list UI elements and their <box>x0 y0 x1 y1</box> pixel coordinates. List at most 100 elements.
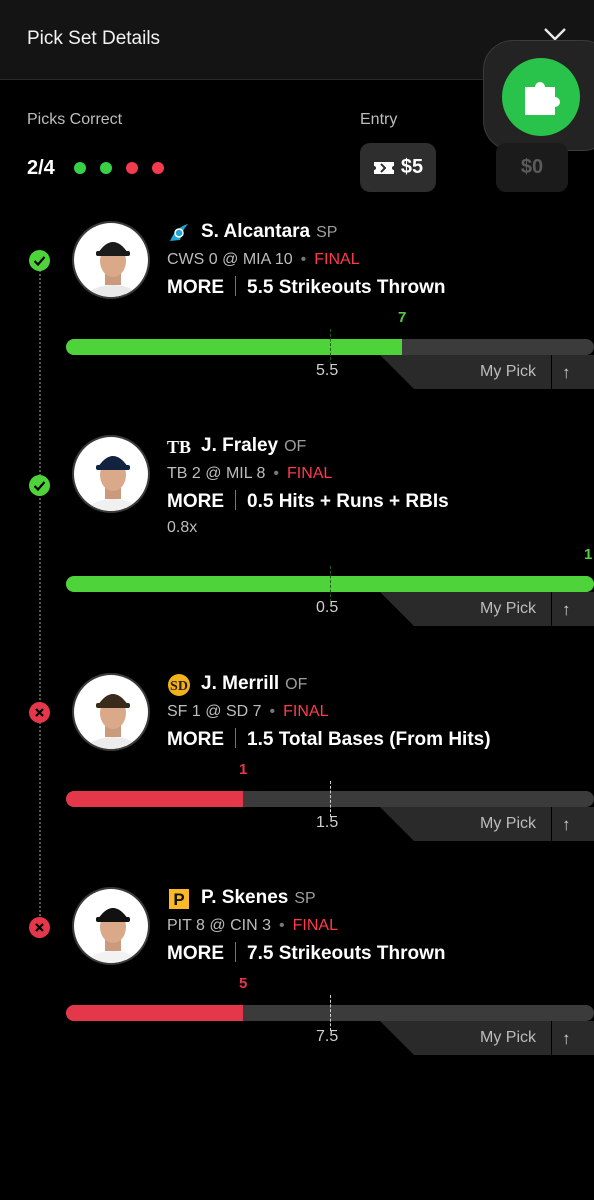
my-pick-label: My Pick <box>480 363 536 380</box>
pick-direction: MORE <box>167 729 224 750</box>
arrow-up-icon[interactable]: ↑ <box>562 815 571 835</box>
pick-stat: Strikeouts Thrown <box>278 277 446 298</box>
player-name: P. Skenes SP <box>201 887 316 909</box>
separator-dot: • <box>279 917 285 934</box>
player-name-text: J. Fraley <box>201 435 279 456</box>
matchup-at: @ <box>205 703 222 720</box>
avatar <box>72 435 150 513</box>
player-position: OF <box>285 676 308 693</box>
player-name-text: P. Skenes <box>201 887 289 908</box>
separator-dot: • <box>273 465 279 482</box>
divider <box>235 728 236 748</box>
player-name: J. Fraley OF <box>201 435 306 457</box>
line-marker <box>330 995 331 1031</box>
line-marker <box>330 566 331 602</box>
svg-text:SD: SD <box>170 679 188 694</box>
player-headshot <box>74 675 148 749</box>
pirates-logo: P <box>167 887 191 911</box>
matchup-home: CIN 3 <box>230 917 272 934</box>
pick-result-dot <box>126 162 138 174</box>
progress-track <box>66 781 594 817</box>
pick-line-value: 7.5 <box>247 943 274 964</box>
player-name-text: S. Alcantara <box>201 221 311 242</box>
my-pick-tab[interactable]: My Pick ↑ <box>380 592 594 626</box>
svg-text:P: P <box>173 890 184 909</box>
game-matchup: TB 2 @ MIL 8 • FINAL <box>167 465 332 483</box>
arrow-up-icon[interactable]: ↑ <box>562 1029 571 1049</box>
line-label: 5.5 <box>316 362 339 379</box>
check-icon <box>29 250 50 271</box>
matchup-home: MIA 10 <box>242 251 293 268</box>
progress-track <box>66 329 594 365</box>
game-status: FINAL <box>314 251 360 268</box>
entry-amount-button[interactable]: $5 <box>360 143 436 192</box>
divider <box>551 592 552 626</box>
game-matchup: SF 1 @ SD 7 • FINAL <box>167 703 328 721</box>
result-value: 5 <box>239 975 248 992</box>
pick-line-value: 0.5 <box>247 491 274 512</box>
pick-stat: Strikeouts Thrown <box>278 943 446 964</box>
player-position: SP <box>294 890 316 907</box>
picks-correct-label: Picks Correct <box>27 111 123 128</box>
avatar <box>72 887 150 965</box>
my-pick-tab[interactable]: My Pick ↑ <box>380 355 594 389</box>
pick-card[interactable]: P P. Skenes SP PIT 8 @ CIN 3 • FINAL MORE 7.5 S… <box>0 887 594 1087</box>
divider <box>551 807 552 841</box>
divider <box>235 490 236 510</box>
player-name: S. Alcantara SP <box>201 221 337 243</box>
player-name-text: J. Merrill <box>201 673 280 694</box>
pick-result-dot <box>100 162 112 174</box>
game-status: FINAL <box>292 917 338 934</box>
player-headshot <box>74 223 148 297</box>
page-title: Pick Set Details <box>27 28 161 49</box>
progress-track <box>66 566 594 602</box>
result-value: 1 <box>584 546 593 563</box>
progress-track <box>66 995 594 1031</box>
pick-card[interactable]: SD J. Merrill OF SF 1 @ SD 7 • FINAL MORE 1.5 T… <box>0 673 594 873</box>
pick-direction: MORE <box>167 277 224 298</box>
entry-label: Entry <box>360 111 398 128</box>
player-headshot <box>74 437 148 511</box>
payout-multiplier: 0.8x <box>167 519 198 536</box>
my-pick-label: My Pick <box>480 815 536 832</box>
pick-stat: Hits + Runs + RBIs <box>278 491 449 512</box>
pick-card[interactable]: S. Alcantara SP CWS 0 @ MIA 10 • FINAL MORE 5.… <box>0 221 594 421</box>
payout-amount-button[interactable]: $0 <box>496 143 568 192</box>
game-status: FINAL <box>286 465 333 482</box>
matchup-home: SD 7 <box>225 703 262 720</box>
marlins-logo <box>167 221 191 245</box>
x-icon <box>29 702 50 723</box>
player-position: SP <box>316 224 338 241</box>
avatar <box>72 673 150 751</box>
pick-stat: Total Bases (From Hits) <box>278 729 491 750</box>
pick-line: MORE 1.5 Total Bases (From Hits) <box>167 728 491 751</box>
pick-line: MORE 5.5 Strikeouts Thrown <box>167 276 446 299</box>
divider <box>551 1021 552 1055</box>
matchup-home: MIL 8 <box>225 465 266 482</box>
line-label: 1.5 <box>316 814 339 831</box>
puzzle-widget-button[interactable] <box>483 40 594 151</box>
pick-card[interactable]: TB J. Fraley OF TB 2 @ MIL 8 • FINAL MORE 0.5 H… <box>0 435 594 635</box>
x-icon <box>29 917 50 938</box>
pick-direction: MORE <box>167 491 224 512</box>
matchup-away: PIT 8 <box>167 917 205 934</box>
pick-result-dot <box>74 162 86 174</box>
player-name: J. Merrill OF <box>201 673 307 695</box>
pick-result-dot <box>152 162 164 174</box>
pick-line-value: 5.5 <box>247 277 274 298</box>
divider <box>235 942 236 962</box>
line-marker <box>330 781 331 817</box>
arrow-up-icon[interactable]: ↑ <box>562 363 571 383</box>
game-matchup: PIT 8 @ CIN 3 • FINAL <box>167 917 338 935</box>
arrow-up-icon[interactable]: ↑ <box>562 600 571 620</box>
progress-fill <box>66 791 243 807</box>
my-pick-tab[interactable]: My Pick ↑ <box>380 1021 594 1055</box>
my-pick-tab[interactable]: My Pick ↑ <box>380 807 594 841</box>
line-marker <box>330 329 331 365</box>
my-pick-label: My Pick <box>480 1029 536 1046</box>
separator-dot: • <box>300 251 307 268</box>
game-matchup: CWS 0 @ MIA 10 • FINAL <box>167 251 360 269</box>
payout-amount: $0 <box>520 156 544 178</box>
result-value: 7 <box>398 309 407 326</box>
padres-logo: SD <box>167 673 191 697</box>
